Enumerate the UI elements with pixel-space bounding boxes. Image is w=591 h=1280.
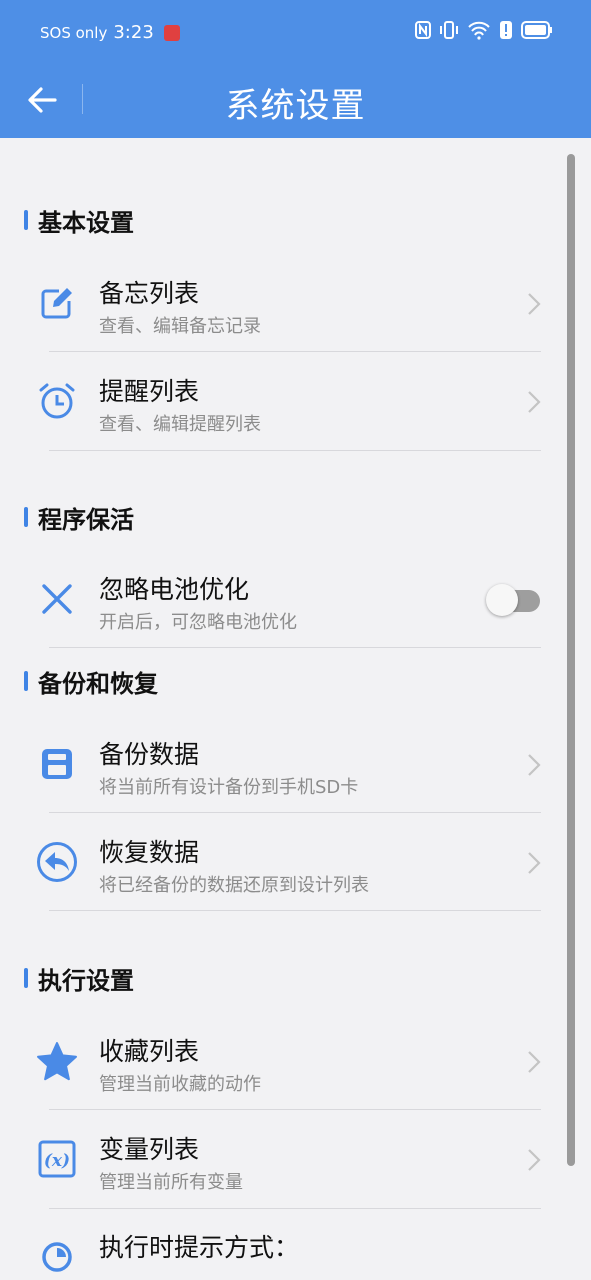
section-header-basic: 基本设置 — [24, 205, 134, 237]
restore-back-icon — [34, 839, 80, 885]
section-header-keepalive: 程序保活 — [24, 502, 134, 534]
wifi-icon — [467, 20, 491, 44]
item-subtitle: 查看、编辑备忘记录 — [99, 316, 261, 337]
chevron-right-icon — [528, 852, 541, 874]
save-disk-icon — [34, 741, 80, 787]
section-title: 程序保活 — [38, 505, 134, 534]
page-title: 系统设置 — [225, 86, 366, 126]
settings-item-reminder-list[interactable]: 提醒列表 查看、编辑提醒列表 — [0, 352, 560, 450]
section-title: 基本设置 — [38, 208, 134, 237]
item-subtitle: 将已经备份的数据还原到设计列表 — [99, 875, 369, 896]
star-icon — [34, 1038, 80, 1084]
item-title: 备忘列表 — [99, 279, 200, 308]
chevron-right-icon — [528, 1149, 541, 1171]
item-title: 备份数据 — [99, 740, 200, 769]
scrollbar[interactable] — [567, 154, 575, 1166]
chevron-right-icon — [528, 293, 541, 315]
status-bar: SOS only 3:23 — [0, 0, 591, 64]
progress-ring-icon — [34, 1234, 80, 1280]
divider — [49, 910, 541, 911]
vibrate-icon — [439, 20, 459, 44]
item-subtitle: 管理当前所有变量 — [99, 1172, 243, 1193]
item-title: 收藏列表 — [99, 1037, 200, 1066]
app-header: SOS only 3:23 系统设置 — [0, 0, 591, 138]
close-x-icon — [34, 576, 80, 622]
alert-icon — [499, 20, 513, 44]
settings-item-favorites-list[interactable]: 收藏列表 管理当前收藏的动作 — [0, 1012, 560, 1110]
chevron-right-icon — [528, 1051, 541, 1073]
settings-item-memo-list[interactable]: 备忘列表 查看、编辑备忘记录 — [0, 254, 560, 352]
settings-item-restore-data[interactable]: 恢复数据 将已经备份的数据还原到设计列表 — [0, 813, 560, 911]
section-title: 备份和恢复 — [38, 669, 158, 698]
status-right — [415, 20, 553, 44]
divider — [49, 647, 541, 648]
section-accent-bar — [24, 968, 28, 988]
clock-time: 3:23 — [113, 22, 154, 43]
edit-note-icon — [34, 280, 80, 326]
battery-optimization-toggle[interactable] — [486, 584, 540, 616]
settings-list[interactable]: 基本设置 备忘列表 查看、编辑备忘记录 提醒列表 查看、编辑提醒列表 程序保活 … — [0, 138, 591, 1280]
toggle-knob — [486, 584, 518, 616]
notification-badge-icon — [163, 24, 180, 41]
item-subtitle: 查看、编辑提醒列表 — [99, 414, 261, 435]
settings-item-ignore-battery-optimization: 忽略电池优化 开启后，可忽略电池优化 — [0, 550, 560, 648]
alarm-clock-icon — [34, 378, 80, 424]
status-left: SOS only 3:23 — [40, 22, 180, 43]
section-accent-bar — [24, 671, 28, 691]
item-subtitle: 将当前所有设计备份到手机SD卡 — [99, 777, 359, 798]
chevron-right-icon — [528, 391, 541, 413]
divider — [49, 1208, 541, 1209]
chevron-right-icon — [528, 754, 541, 776]
title-bar: 系统设置 — [0, 64, 591, 138]
item-title: 恢复数据 — [99, 838, 200, 867]
svg-text:(x): (x) — [44, 1151, 70, 1171]
section-header-backup: 备份和恢复 — [24, 666, 158, 698]
divider — [49, 450, 541, 451]
item-title: 执行时提示方式： — [99, 1233, 300, 1262]
item-subtitle: 管理当前收藏的动作 — [99, 1074, 261, 1095]
item-title: 忽略电池优化 — [99, 575, 250, 604]
settings-item-backup-data[interactable]: 备份数据 将当前所有设计备份到手机SD卡 — [0, 715, 560, 813]
settings-item-execution-prompt-mode[interactable]: 执行时提示方式： — [0, 1210, 560, 1280]
section-header-execution: 执行设置 — [24, 963, 134, 995]
battery-icon — [521, 21, 553, 43]
network-status: SOS only — [40, 23, 108, 42]
section-accent-bar — [24, 210, 28, 230]
section-accent-bar — [24, 507, 28, 527]
variable-x-icon: (x) — [34, 1136, 80, 1182]
item-title: 提醒列表 — [99, 377, 200, 406]
section-title: 执行设置 — [38, 966, 134, 995]
settings-item-variable-list[interactable]: (x) 变量列表 管理当前所有变量 — [0, 1110, 560, 1208]
item-title: 变量列表 — [99, 1135, 200, 1164]
nfc-icon — [415, 21, 431, 43]
item-subtitle: 开启后，可忽略电池优化 — [99, 612, 297, 633]
